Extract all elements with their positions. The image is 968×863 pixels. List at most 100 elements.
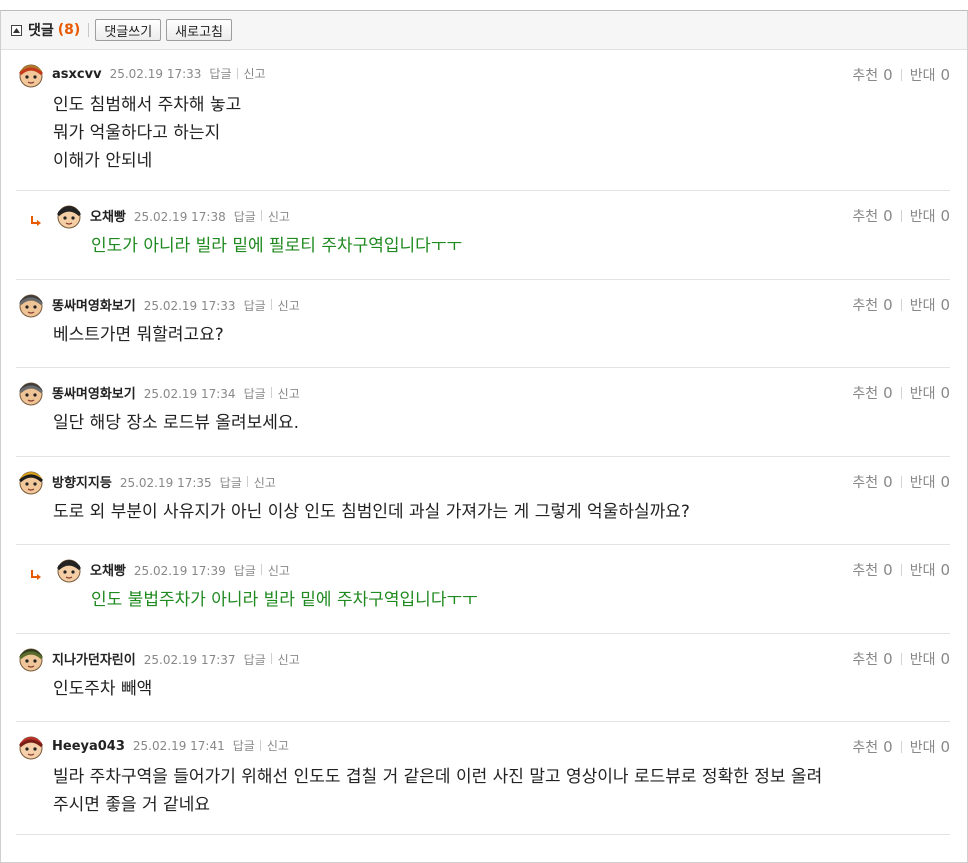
comment-author[interactable]: Heeya043 bbox=[52, 739, 125, 754]
avatar-icon[interactable] bbox=[17, 61, 45, 89]
avatar-icon[interactable] bbox=[55, 556, 83, 584]
avatar-icon[interactable] bbox=[17, 645, 45, 673]
comment-date: 25.02.19 17:37 bbox=[143, 653, 236, 667]
report-link[interactable]: 신고 bbox=[268, 208, 290, 225]
vote-divider bbox=[900, 476, 902, 488]
upvote-button[interactable]: 추천 bbox=[852, 737, 878, 757]
vote-divider bbox=[900, 69, 902, 81]
downvote-button[interactable]: 반대 bbox=[910, 206, 936, 226]
comment-author[interactable]: asxcvv bbox=[52, 67, 102, 82]
action-divider bbox=[270, 387, 272, 398]
upvote-button[interactable]: 추천 bbox=[852, 560, 878, 580]
comment-text: 인도 불법주차가 아니라 빌라 밑에 주차구역입니다ㅜㅜ bbox=[91, 590, 478, 610]
downvote-button[interactable]: 반대 bbox=[910, 65, 936, 85]
action-divider bbox=[260, 210, 262, 221]
action-divider bbox=[236, 68, 238, 79]
upvote-count: 0 bbox=[883, 561, 893, 579]
upvote-count: 0 bbox=[883, 650, 893, 668]
vote-box: 추천 0 반대 0 bbox=[852, 295, 950, 315]
reply-link[interactable]: 답글 bbox=[234, 562, 256, 579]
comments-count: (8) bbox=[57, 22, 81, 38]
comment-author[interactable]: 방향지지등 bbox=[52, 472, 112, 491]
reply-link[interactable]: 답글 bbox=[244, 385, 266, 402]
action-divider bbox=[270, 299, 272, 310]
comment-item: 똥싸며영화보기 25.02.19 17:34 답글 신고 추천 0 반대 0 일단 해당 장소 … bbox=[0, 368, 966, 457]
downvote-count: 0 bbox=[940, 384, 950, 402]
report-link[interactable]: 신고 bbox=[278, 297, 300, 314]
action-divider bbox=[270, 653, 272, 664]
reply-link[interactable]: 답글 bbox=[233, 737, 255, 754]
downvote-count: 0 bbox=[940, 296, 950, 314]
avatar-icon[interactable] bbox=[17, 379, 45, 407]
vote-divider bbox=[900, 653, 902, 665]
report-link[interactable]: 신고 bbox=[267, 737, 289, 754]
comment-divider bbox=[16, 834, 950, 835]
reply-link[interactable]: 답글 bbox=[244, 651, 266, 668]
downvote-button[interactable]: 반대 bbox=[910, 472, 936, 492]
toolbar-divider bbox=[88, 23, 90, 37]
avatar-icon[interactable] bbox=[55, 202, 83, 230]
report-link[interactable]: 신고 bbox=[268, 562, 290, 579]
downvote-button[interactable]: 반대 bbox=[910, 560, 936, 580]
vote-box: 추천 0 반대 0 bbox=[852, 383, 950, 403]
upvote-button[interactable]: 추천 bbox=[852, 295, 878, 315]
downvote-button[interactable]: 반대 bbox=[910, 649, 936, 669]
vote-box: 추천 0 반대 0 bbox=[852, 472, 950, 492]
comment-item: 똥싸며영화보기 25.02.19 17:33 답글 신고 추천 0 반대 0 베스트가면 뭐할려… bbox=[0, 280, 966, 368]
reply-comment: 오채빵 25.02.19 17:38 답글 신고 추천 0 반대 0 인도가 아니라 빌라 밑에… bbox=[0, 191, 966, 280]
report-link[interactable]: 신고 bbox=[278, 651, 300, 668]
upvote-count: 0 bbox=[883, 296, 893, 314]
comment-date: 25.02.19 17:34 bbox=[143, 387, 236, 401]
write-comment-button[interactable]: 댓글쓰기 bbox=[95, 19, 162, 41]
comment-item: 방향지지등 25.02.19 17:35 답글 신고 추천 0 반대 0 도로 외 부분이 사유… bbox=[0, 457, 966, 545]
comment-meta: Heeya043 25.02.19 17:41 답글 신고 bbox=[52, 737, 289, 754]
comment-author[interactable]: 똥싸며영화보기 bbox=[52, 383, 136, 402]
reply-link[interactable]: 답글 bbox=[209, 65, 231, 82]
upvote-button[interactable]: 추천 bbox=[852, 65, 878, 85]
comment-meta: 똥싸며영화보기 25.02.19 17:33 답글 신고 bbox=[52, 295, 300, 314]
comment-meta: asxcvv 25.02.19 17:33 답글 신고 bbox=[52, 65, 266, 82]
downvote-button[interactable]: 반대 bbox=[910, 295, 936, 315]
comment-date: 25.02.19 17:33 bbox=[109, 67, 202, 81]
comment-author[interactable]: 지나가던자린이 bbox=[52, 649, 136, 668]
downvote-button[interactable]: 반대 bbox=[910, 737, 936, 757]
vote-box: 추천 0 반대 0 bbox=[852, 65, 950, 85]
downvote-count: 0 bbox=[940, 473, 950, 491]
avatar-icon[interactable] bbox=[17, 468, 45, 496]
reply-comment: 오채빵 25.02.19 17:39 답글 신고 추천 0 반대 0 인도 불법주차가 아니라 … bbox=[0, 545, 966, 634]
vote-box: 추천 0 반대 0 bbox=[852, 649, 950, 669]
reply-arrow-icon bbox=[30, 566, 42, 580]
upvote-button[interactable]: 추천 bbox=[852, 383, 878, 403]
upvote-button[interactable]: 추천 bbox=[852, 206, 878, 226]
comment-meta: 오채빵 25.02.19 17:38 답글 신고 bbox=[90, 206, 290, 225]
upvote-button[interactable]: 추천 bbox=[852, 472, 878, 492]
comment-meta: 방향지지등 25.02.19 17:35 답글 신고 bbox=[52, 472, 276, 491]
vote-divider bbox=[900, 210, 902, 222]
comment-date: 25.02.19 17:35 bbox=[119, 476, 212, 490]
reply-link[interactable]: 답글 bbox=[244, 297, 266, 314]
comment-author[interactable]: 똥싸며영화보기 bbox=[52, 295, 136, 314]
avatar-icon[interactable] bbox=[17, 733, 45, 761]
comment-item: 지나가던자린이 25.02.19 17:37 답글 신고 추천 0 반대 0 인도주차 빼액 bbox=[0, 634, 966, 722]
reply-arrow-icon bbox=[30, 212, 42, 226]
comment-author[interactable]: 오채빵 bbox=[90, 206, 126, 225]
upvote-count: 0 bbox=[883, 473, 893, 491]
reply-link[interactable]: 답글 bbox=[234, 208, 256, 225]
comment-author[interactable]: 오채빵 bbox=[90, 560, 126, 579]
refresh-button[interactable]: 새로고침 bbox=[166, 19, 232, 41]
report-link[interactable]: 신고 bbox=[254, 474, 276, 491]
downvote-count: 0 bbox=[940, 66, 950, 84]
upvote-button[interactable]: 추천 bbox=[852, 649, 878, 669]
action-divider bbox=[260, 564, 262, 575]
collapse-toggle-icon[interactable] bbox=[11, 24, 22, 36]
comment-date: 25.02.19 17:41 bbox=[132, 739, 225, 753]
downvote-button[interactable]: 반대 bbox=[910, 383, 936, 403]
comment-text: 빌라 주차구역을 들어가기 위해선 인도도 겹칠 거 같은데 이런 사진 말고 … bbox=[53, 767, 823, 815]
upvote-count: 0 bbox=[883, 738, 893, 756]
vote-box: 추천 0 반대 0 bbox=[852, 737, 950, 757]
report-link[interactable]: 신고 bbox=[244, 65, 266, 82]
avatar-icon[interactable] bbox=[17, 291, 45, 319]
comment-item: asxcvv 25.02.19 17:33 답글 신고 추천 0 반대 0 인도 침범해서 주차… bbox=[0, 50, 966, 191]
report-link[interactable]: 신고 bbox=[278, 385, 300, 402]
reply-link[interactable]: 답글 bbox=[220, 474, 242, 491]
